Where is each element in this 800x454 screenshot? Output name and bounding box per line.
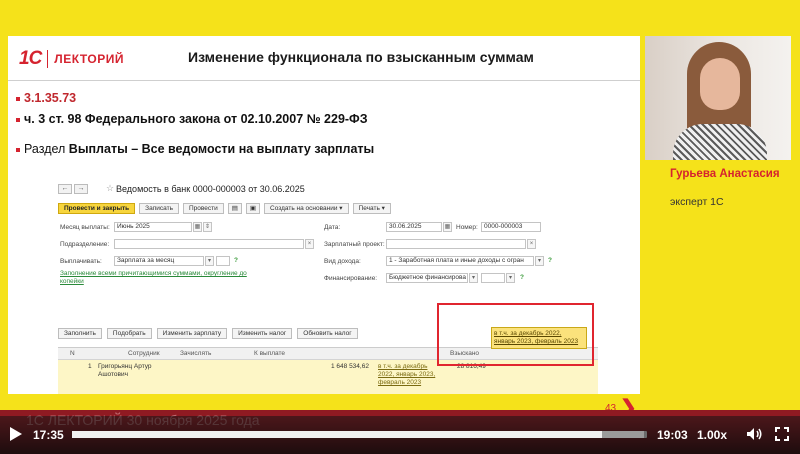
row-number: 1 bbox=[88, 363, 92, 370]
financing-label: Финансирование: bbox=[324, 275, 378, 282]
pay-select[interactable]: Зарплата за месяц bbox=[114, 256, 204, 266]
row-to-pay-note[interactable]: в т.ч. за декабрь 2022, январь 2023, фев… bbox=[378, 363, 444, 387]
col-n-header: N bbox=[70, 350, 75, 357]
financing-extra-dropdown-icon[interactable]: ▾ bbox=[506, 273, 515, 283]
select-button[interactable]: Подобрать bbox=[106, 328, 152, 339]
bullet-release: 3.1.35.73 bbox=[16, 91, 76, 105]
division-field[interactable] bbox=[114, 239, 304, 249]
seek-progress[interactable] bbox=[72, 431, 603, 438]
speaker-name: Гурьева Анастасия bbox=[670, 168, 780, 180]
speaker-role: эксперт 1С bbox=[670, 196, 724, 208]
pay-label: Выплачивать: bbox=[60, 258, 102, 265]
print-button[interactable]: Печать ▾ bbox=[352, 203, 391, 214]
bullet-law-text: ч. 3 ст. 98 Федерального закона от 02.10… bbox=[24, 112, 368, 126]
pay-dropdown-icon[interactable]: ▾ bbox=[205, 256, 214, 266]
calendar-icon[interactable]: ▦ bbox=[193, 222, 202, 232]
speaker-video bbox=[645, 36, 791, 160]
logo-text: ЛЕКТОРИЙ bbox=[54, 52, 124, 66]
form-title: Ведомость в банк 0000-000003 от 30.06.20… bbox=[116, 184, 305, 194]
date-label: Дата: bbox=[324, 224, 341, 231]
date-calendar-icon[interactable]: ▦ bbox=[443, 222, 452, 232]
number-field[interactable]: 0000-000003 bbox=[481, 222, 541, 232]
bullet-release-text: 3.1.35.73 bbox=[24, 91, 77, 105]
volume-icon[interactable] bbox=[746, 427, 764, 446]
create-based-on-button[interactable]: Создать на основании ▾ bbox=[264, 203, 349, 214]
income-type-dropdown-icon[interactable]: ▾ bbox=[535, 256, 544, 266]
month-field[interactable]: Июнь 2025 bbox=[114, 222, 192, 232]
bullet-section: Раздел Выплаты – Все ведомости на выплат… bbox=[16, 142, 374, 156]
fill-all-sums-link[interactable]: Заполнение всеми причитающимися суммами,… bbox=[60, 270, 260, 286]
fullscreen-icon[interactable] bbox=[775, 427, 789, 446]
speaker-face bbox=[700, 58, 740, 110]
financing-field[interactable]: Бюджетное финансирова bbox=[386, 273, 468, 283]
change-tax-button[interactable]: Изменить налог bbox=[232, 328, 293, 339]
speaker-body bbox=[673, 124, 767, 160]
division-label: Подразделение: bbox=[60, 241, 110, 248]
playback-speed-button[interactable]: 1.00x bbox=[697, 428, 727, 442]
slide-title: Изменение функционала по взысканным сумм… bbox=[188, 49, 534, 65]
fill-button[interactable]: Заполнить bbox=[58, 328, 102, 339]
financing-help-icon[interactable]: ? bbox=[520, 274, 524, 281]
bullet-law: ч. 3 ст. 98 Федерального закона от 02.10… bbox=[16, 112, 368, 126]
lectorium-logo: 1С ЛЕКТОРИЙ bbox=[19, 48, 124, 70]
form-nav: ← → bbox=[58, 184, 88, 194]
seek-bar[interactable] bbox=[72, 431, 647, 438]
post-and-close-button[interactable]: Провести и закрыть bbox=[58, 203, 136, 214]
salary-project-label: Зарплатный проект: bbox=[324, 241, 385, 248]
month-stepper[interactable]: ⇕ bbox=[203, 222, 212, 232]
play-icon[interactable] bbox=[10, 427, 22, 441]
table-command-bar: Заполнить Подобрать Изменить зарплату Из… bbox=[58, 328, 358, 339]
bullet-marker bbox=[16, 117, 20, 122]
highlight-box bbox=[437, 303, 594, 366]
col-employee-header: Сотрудник bbox=[128, 350, 160, 357]
salary-project-field[interactable] bbox=[386, 239, 526, 249]
pay-help-icon[interactable]: ? bbox=[234, 257, 238, 264]
bullet-marker bbox=[16, 96, 20, 101]
date-field[interactable]: 30.06.2025 bbox=[386, 222, 442, 232]
bullet-section-bold: Выплаты – Все ведомости на выплату зарпл… bbox=[68, 142, 375, 156]
col-credit-header: Зачислять bbox=[180, 350, 212, 357]
financing-dropdown-icon[interactable]: ▾ bbox=[469, 273, 478, 283]
attachment-icon[interactable]: ▣ bbox=[245, 203, 261, 214]
favorite-star-icon[interactable]: ☆ bbox=[106, 183, 114, 194]
total-time: 19:03 bbox=[657, 428, 688, 442]
title-divider bbox=[8, 80, 640, 81]
back-button[interactable]: ← bbox=[58, 184, 72, 194]
financing-extra-field[interactable] bbox=[481, 273, 505, 283]
report-icon[interactable]: ▤ bbox=[227, 203, 242, 214]
logo-1c-mark: 1С bbox=[19, 48, 42, 69]
update-tax-button[interactable]: Обновить налог bbox=[297, 328, 358, 339]
income-type-field[interactable]: 1 - Заработная плата и иные доходы с огр… bbox=[386, 256, 534, 266]
income-help-icon[interactable]: ? bbox=[548, 257, 552, 264]
income-type-label: Вид дохода: bbox=[324, 258, 361, 265]
row-to-pay: 1 648 534,62 bbox=[331, 363, 369, 370]
change-salary-button[interactable]: Изменить зарплату bbox=[156, 328, 228, 339]
number-label: Номер: bbox=[456, 224, 478, 231]
current-time: 17:35 bbox=[33, 428, 64, 442]
save-button[interactable]: Записать bbox=[139, 203, 179, 214]
logo-separator bbox=[47, 50, 49, 68]
bullet-section-prefix: Раздел bbox=[24, 142, 69, 156]
salary-project-clear-icon[interactable]: × bbox=[527, 239, 536, 249]
month-label: Месяц выплаты: bbox=[60, 224, 110, 231]
row-employee[interactable]: Григорьянц Артур Ашотович bbox=[98, 363, 168, 379]
pay-extra-field[interactable] bbox=[216, 256, 230, 266]
form-toolbar: Провести и закрыть Записать Провести ▤ ▣… bbox=[58, 203, 391, 214]
division-clear-icon[interactable]: × bbox=[305, 239, 314, 249]
col-to-pay-header: К выплате bbox=[254, 350, 286, 357]
forward-button[interactable]: → bbox=[74, 184, 88, 194]
post-button[interactable]: Провести bbox=[182, 203, 224, 214]
bullet-marker bbox=[16, 147, 20, 152]
